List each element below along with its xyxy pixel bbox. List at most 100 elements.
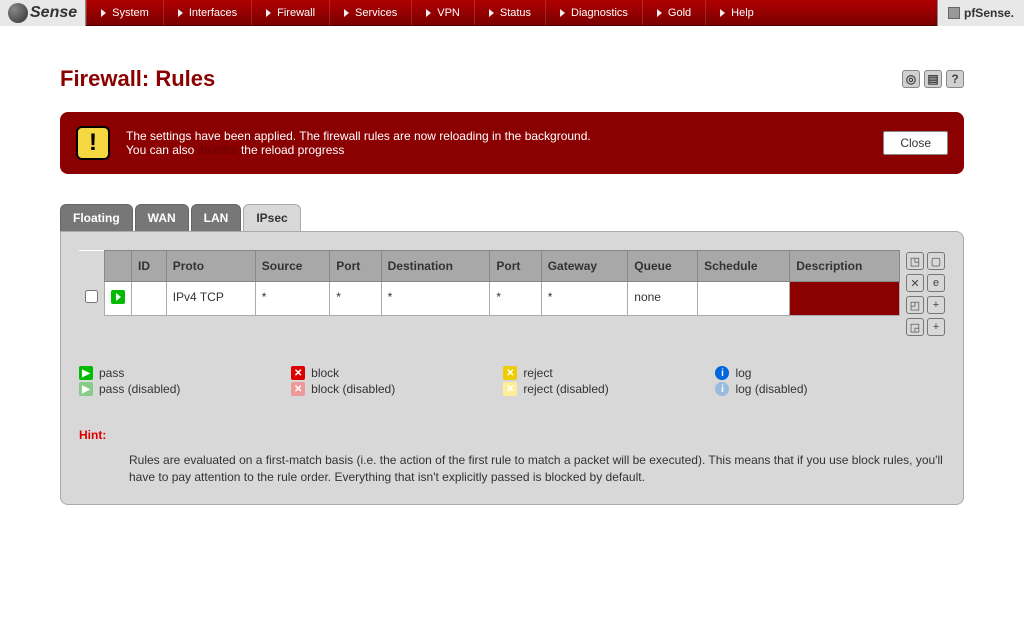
page-header: Firewall: Rules ◎ ▤ ? [60, 66, 964, 92]
move-down-button[interactable]: ◲ [906, 318, 924, 336]
legend-block-disabled: ✕block (disabled) [291, 382, 503, 396]
legend-reject: ✕reject [503, 366, 715, 380]
chevron-right-icon [560, 9, 565, 17]
hint-label: Hint: [79, 428, 945, 442]
rules-table-wrap: ID Proto Source Port Destination Port Ga… [79, 250, 945, 336]
cell-destination: * [381, 282, 490, 316]
alert-text: The settings have been applied. The fire… [126, 129, 867, 157]
delete-selected-button[interactable]: ✕ [906, 274, 924, 292]
nav-diagnostics[interactable]: Diagnostics [545, 0, 642, 25]
hint-text: Rules are evaluated on a first-match bas… [79, 452, 945, 486]
hostname-text: pfSense. [964, 6, 1014, 20]
cell-source: * [255, 282, 330, 316]
legend-log-disabled: ilog (disabled) [715, 382, 927, 396]
logo[interactable]: Sense [0, 0, 86, 26]
rules-panel: ID Proto Source Port Destination Port Ga… [60, 231, 964, 505]
tab-lan[interactable]: LAN [191, 204, 242, 231]
row-checkbox[interactable] [85, 290, 98, 303]
legend-reject-disabled: ✕reject (disabled) [503, 382, 715, 396]
log-disabled-icon: i [715, 382, 729, 396]
legend-pass-disabled: ▶pass (disabled) [79, 382, 291, 396]
chevron-right-icon [101, 9, 106, 17]
rules-table: ID Proto Source Port Destination Port Ga… [79, 250, 900, 316]
block-disabled-icon: ✕ [291, 382, 305, 396]
logo-icon [8, 3, 28, 23]
move-up-button[interactable]: ◳ [906, 252, 924, 270]
alert-line2: You can also monitor the reload progress [126, 143, 867, 157]
header-queue: Queue [628, 251, 698, 282]
legend-block: ✕block [291, 366, 503, 380]
nav-gold[interactable]: Gold [642, 0, 705, 25]
main-content: Firewall: Rules ◎ ▤ ? ! The settings hav… [0, 26, 1024, 525]
nav-vpn[interactable]: VPN [411, 0, 474, 25]
cell-description [790, 282, 900, 316]
tab-floating[interactable]: Floating [60, 204, 133, 231]
alert-line1: The settings have been applied. The fire… [126, 129, 867, 143]
tab-bar: Floating WAN LAN IPsec [60, 204, 964, 231]
header-icons: ◎ ▤ ? [902, 70, 964, 88]
add-button[interactable]: + [927, 296, 945, 314]
pass-disabled-icon: ▶ [79, 382, 93, 396]
pass-icon [111, 290, 125, 304]
add-after-button[interactable]: + [927, 318, 945, 336]
close-button[interactable]: Close [883, 131, 948, 155]
cell-proto: IPv4 TCP [166, 282, 255, 316]
chevron-right-icon [178, 9, 183, 17]
table-header-row: ID Proto Source Port Destination Port Ga… [79, 251, 900, 282]
cell-id [132, 282, 167, 316]
legend: ▶pass ▶pass (disabled) ✕block ✕block (di… [79, 366, 945, 398]
legend-log: ilog [715, 366, 927, 380]
cell-sport: * [330, 282, 381, 316]
chevron-right-icon [720, 9, 725, 17]
alert-box: ! The settings have been applied. The fi… [60, 112, 964, 174]
legend-pass: ▶pass [79, 366, 291, 380]
header-description: Description [790, 251, 900, 282]
warning-icon: ! [76, 126, 110, 160]
nav-firewall[interactable]: Firewall [251, 0, 329, 25]
nav-system[interactable]: System [86, 0, 163, 25]
help-icon[interactable]: ? [946, 70, 964, 88]
cell-schedule [698, 282, 790, 316]
rule-action-buttons: ◳ ▢ ✕ e ◰ + ◲ + [906, 250, 945, 336]
header-proto: Proto [166, 251, 255, 282]
header-gateway: Gateway [541, 251, 628, 282]
status-icon[interactable]: ◎ [902, 70, 920, 88]
log-icon[interactable]: ▤ [924, 70, 942, 88]
block-icon: ✕ [291, 366, 305, 380]
logo-text: Sense [30, 4, 77, 22]
tab-ipsec[interactable]: IPsec [243, 204, 300, 231]
top-nav: Sense System Interfaces Firewall Service… [0, 0, 1024, 26]
header-destination: Destination [381, 251, 490, 282]
cell-gateway: * [541, 282, 628, 316]
nav-interfaces[interactable]: Interfaces [163, 0, 251, 25]
nav-help[interactable]: Help [705, 0, 768, 25]
header-blank [79, 251, 105, 282]
header-source: Source [255, 251, 330, 282]
nav-services[interactable]: Services [329, 0, 411, 25]
cell-dport: * [490, 282, 541, 316]
hint-section: Hint: Rules are evaluated on a first-mat… [79, 428, 945, 486]
monitor-link[interactable]: monitor [198, 143, 238, 157]
header-id: ID [132, 251, 167, 282]
chevron-right-icon [266, 9, 271, 17]
chevron-right-icon [489, 9, 494, 17]
table-row[interactable]: IPv4 TCP * * * * * none [79, 282, 900, 316]
reject-icon: ✕ [503, 366, 517, 380]
chevron-right-icon [657, 9, 662, 17]
header-sport: Port [330, 251, 381, 282]
chevron-right-icon [426, 9, 431, 17]
edit-button[interactable]: e [927, 274, 945, 292]
reject-disabled-icon: ✕ [503, 382, 517, 396]
header-schedule: Schedule [698, 251, 790, 282]
hostname-box[interactable]: pfSense. [937, 0, 1024, 26]
host-icon [948, 7, 960, 19]
tab-wan[interactable]: WAN [135, 204, 189, 231]
header-dport: Port [490, 251, 541, 282]
pass-icon: ▶ [79, 366, 93, 380]
log-icon: i [715, 366, 729, 380]
chevron-right-icon [344, 9, 349, 17]
nav-items: System Interfaces Firewall Services VPN … [86, 0, 937, 25]
nav-status[interactable]: Status [474, 0, 545, 25]
add-before-button[interactable]: ◰ [906, 296, 924, 314]
delete-button[interactable]: ▢ [927, 252, 945, 270]
